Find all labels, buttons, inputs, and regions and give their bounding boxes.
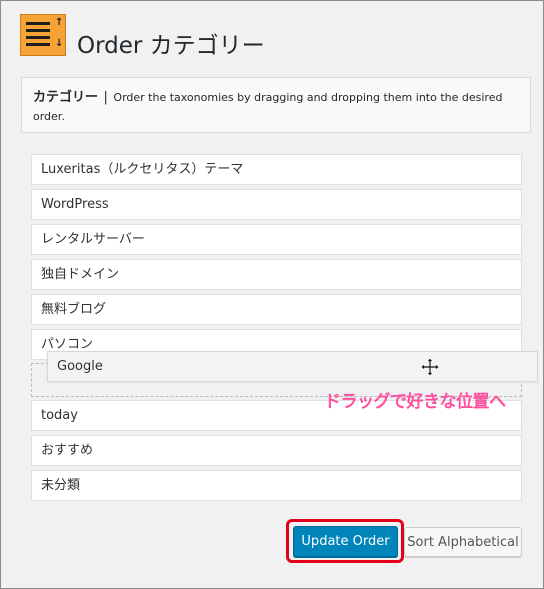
description-box: カテゴリー | Order the taxonomies by dragging… xyxy=(21,77,531,133)
list-item[interactable]: 独自ドメイン xyxy=(31,259,522,290)
list-item[interactable]: Luxeritas（ルクセリタス）テーマ xyxy=(31,154,522,185)
drag-annotation: ドラッグで好きな位置へ xyxy=(324,392,506,412)
list-item[interactable]: WordPress xyxy=(31,189,522,220)
page-title: Order カテゴリー xyxy=(77,33,265,59)
dragging-list-item[interactable]: Google xyxy=(47,351,538,382)
list-item[interactable]: レンタルサーバー xyxy=(31,224,522,255)
description-separator: | xyxy=(103,90,108,105)
description-title: カテゴリー xyxy=(33,90,99,105)
move-cursor-icon xyxy=(421,358,439,376)
list-item[interactable]: おすすめ xyxy=(31,435,522,466)
description-text: カテゴリー | Order the taxonomies by dragging… xyxy=(33,88,516,126)
sort-list-icon: ↑ ↓ xyxy=(20,14,66,56)
list-item[interactable]: 未分類 xyxy=(31,470,522,501)
update-order-button[interactable]: Update Order xyxy=(293,526,398,557)
sort-alphabetical-button[interactable]: Sort Alphabetical xyxy=(404,527,522,557)
window-frame: ↑ ↓ Order カテゴリー カテゴリー | Order the taxono… xyxy=(0,0,544,589)
list-item[interactable]: 無料ブログ xyxy=(31,294,522,325)
